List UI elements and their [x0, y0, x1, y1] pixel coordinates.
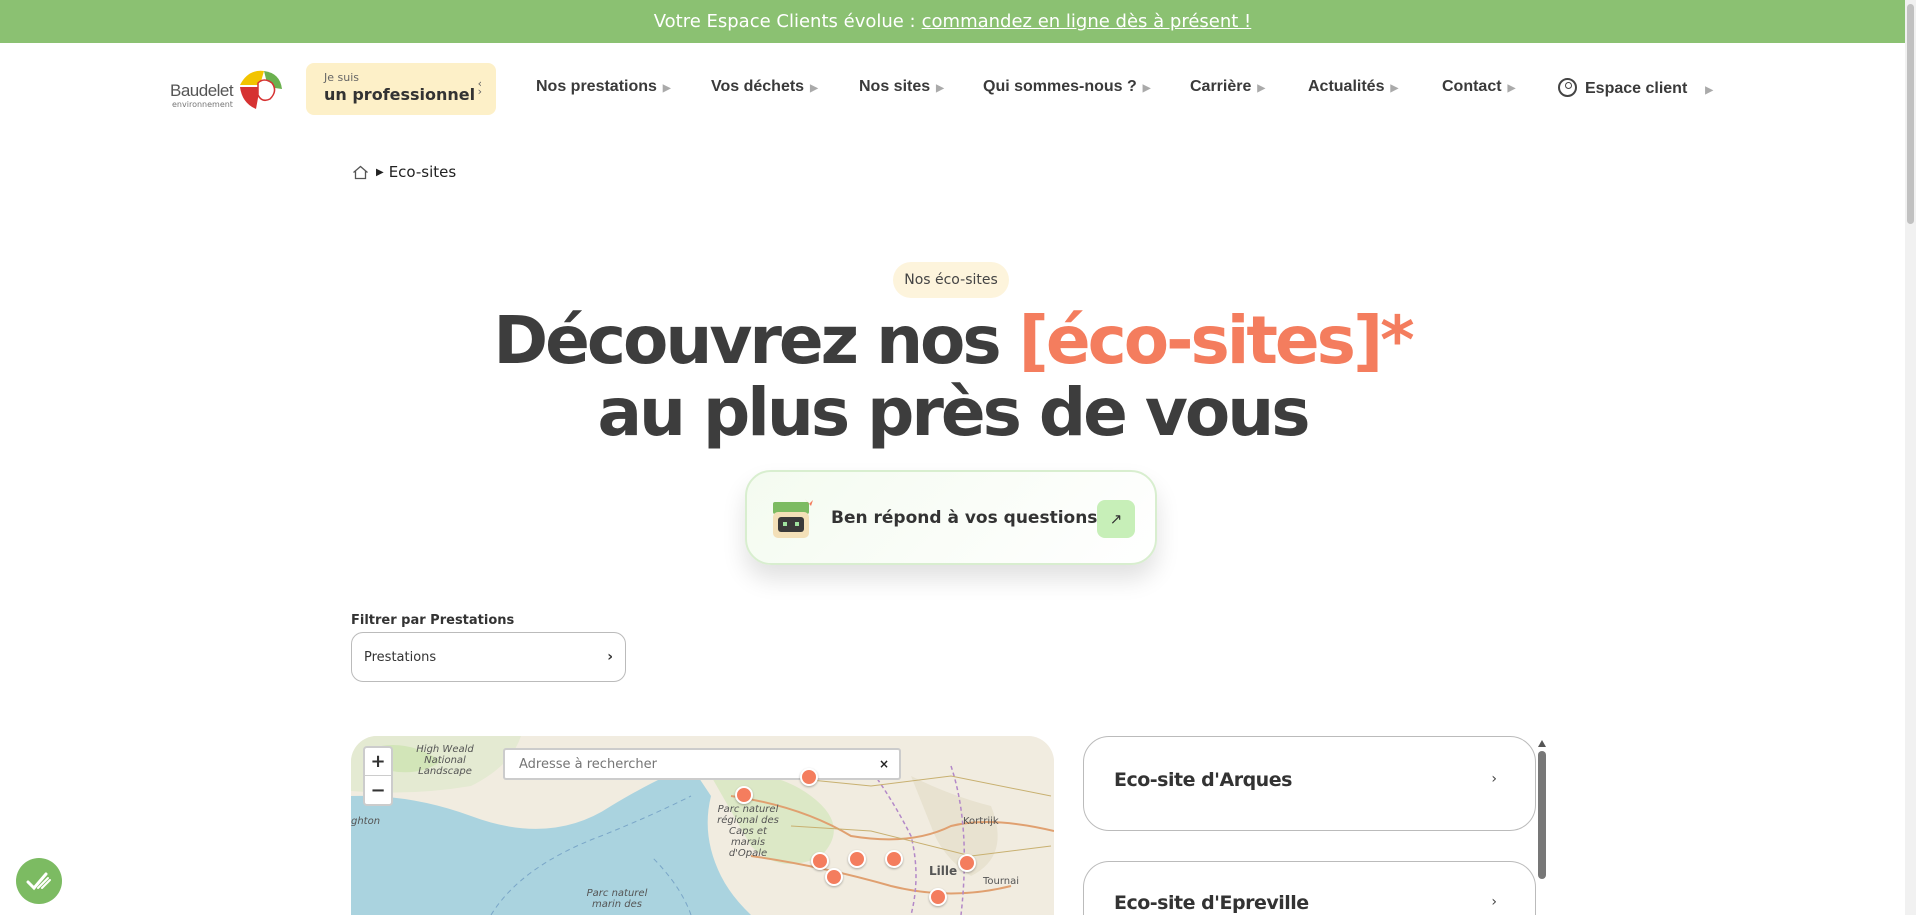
caret-right-icon: ▶ — [1390, 83, 1399, 94]
zoom-in-button[interactable]: + — [365, 748, 391, 776]
zoom-out-button[interactable]: − — [365, 776, 391, 804]
eco-sites-map[interactable]: High Weald National Landscape ghton Parc… — [351, 736, 1054, 915]
ben-assistant-card[interactable]: Ben répond à vos questions ↗ — [745, 470, 1157, 565]
map-marker[interactable] — [800, 768, 818, 786]
map-label-lille: Lille — [929, 864, 958, 878]
site-card-arques[interactable]: Eco-site d'Arques › — [1083, 736, 1536, 831]
caret-right-icon: ▶ — [662, 83, 671, 94]
map-label-kortrijk: Kortrijk — [963, 816, 999, 827]
page-scrollbar[interactable] — [1905, 0, 1916, 915]
map-marker[interactable] — [929, 888, 947, 906]
page-title: Découvrez nos [éco-sites]* au plus près … — [0, 305, 1905, 449]
sites-list-scrollbar[interactable] — [1538, 740, 1546, 915]
announcement-bar: Votre Espace Clients évolue : commandez … — [0, 0, 1905, 43]
caret-right-icon: ▶ — [1142, 83, 1151, 94]
caret-right-icon: ▶ — [1507, 83, 1516, 94]
map-label-brighton: ghton — [351, 816, 381, 827]
ben-label: Ben répond à vos questions — [831, 508, 1098, 528]
page-title-line2: au plus près de vous — [597, 374, 1310, 451]
filter-label: Filtrer par Prestations — [351, 613, 515, 628]
title-accent: [éco-sites]* — [1018, 302, 1415, 379]
map-marker[interactable] — [735, 786, 753, 804]
announcement-text: Votre Espace Clients évolue : — [653, 11, 916, 32]
user-circle-icon — [1558, 78, 1577, 97]
robot-bin-icon — [773, 499, 813, 538]
nav-contact[interactable]: Contact ▶ — [1442, 78, 1515, 96]
filter-value: Prestations — [364, 649, 437, 665]
site-name: Eco-site d'Arques — [1114, 769, 1292, 791]
map-label-parc-caps: Parc naturel régional des Caps et marais… — [717, 804, 779, 859]
breadcrumb: ▶ Eco-sites — [352, 163, 456, 181]
map-search-box: × — [503, 748, 901, 780]
scroll-up-icon[interactable] — [1538, 740, 1546, 747]
page-title-line1: Découvrez nos [éco-sites]* — [0, 305, 1905, 377]
map-marker[interactable] — [958, 854, 976, 872]
nav-actualites[interactable]: Actualités ▶ — [1308, 78, 1398, 96]
main-nav: Nos prestations ▶ Vos déchets ▶ Nos sites ▶… — [0, 78, 1905, 98]
cookie-consent-button[interactable] — [16, 858, 62, 904]
map-zoom-control: + − — [363, 746, 393, 806]
map-marker[interactable] — [811, 852, 829, 870]
section-badge: Nos éco-sites — [893, 262, 1009, 298]
caret-right-icon: ▶ — [810, 83, 818, 94]
site-header: Baudelet environnement Je suis un profes… — [0, 43, 1905, 133]
prestations-filter-select[interactable]: Prestations › — [351, 632, 626, 682]
nav-carriere[interactable]: Carrière ▶ — [1190, 78, 1265, 96]
caret-right-icon: ▶ — [1257, 83, 1266, 94]
nav-nos-sites[interactable]: Nos sites ▶ — [859, 78, 944, 96]
nav-espace-client[interactable]: Espace client ▶ — [1558, 78, 1713, 98]
chevron-right-icon: › — [1491, 771, 1497, 787]
site-name: Eco-site d'Epreville — [1114, 892, 1309, 914]
map-label-highweald: High Weald National Landscape — [416, 744, 474, 777]
caret-right-icon: ▶ — [1705, 85, 1713, 96]
nav-nos-prestations[interactable]: Nos prestations ▶ — [536, 78, 671, 96]
map-label-parc-marin: Parc naturel marin des — [586, 888, 648, 910]
map-marker[interactable] — [885, 850, 903, 868]
caret-right-icon: ▶ — [936, 83, 944, 94]
logo-subtext: environnement — [172, 100, 233, 109]
site-card-epreville[interactable]: Eco-site d'Epreville › — [1083, 861, 1536, 915]
chevron-right-icon: › — [607, 649, 613, 665]
chevron-right-icon: › — [1491, 894, 1497, 910]
map-label-tournai: Tournai — [983, 876, 1020, 887]
page-scrollbar-thumb[interactable] — [1907, 4, 1914, 224]
clear-search-button[interactable]: × — [879, 757, 889, 771]
breadcrumb-current: Eco-sites — [388, 163, 457, 181]
ben-open-button[interactable]: ↗ — [1097, 500, 1135, 538]
map-marker[interactable] — [825, 868, 843, 886]
title-part: Découvrez nos — [493, 302, 1001, 379]
sites-list-scrollbar-thumb[interactable] — [1538, 751, 1546, 879]
nav-qui-sommes-nous[interactable]: Qui sommes-nous ? ▶ — [983, 78, 1151, 96]
announcement-link[interactable]: commandez en ligne dès à présent ! — [922, 11, 1252, 32]
nav-vos-dechets[interactable]: Vos déchets ▶ — [711, 78, 818, 96]
cookie-consent-icon — [26, 872, 51, 891]
breadcrumb-separator-icon: ▶ — [376, 166, 384, 178]
map-marker[interactable] — [848, 850, 866, 868]
home-icon[interactable] — [352, 165, 369, 180]
